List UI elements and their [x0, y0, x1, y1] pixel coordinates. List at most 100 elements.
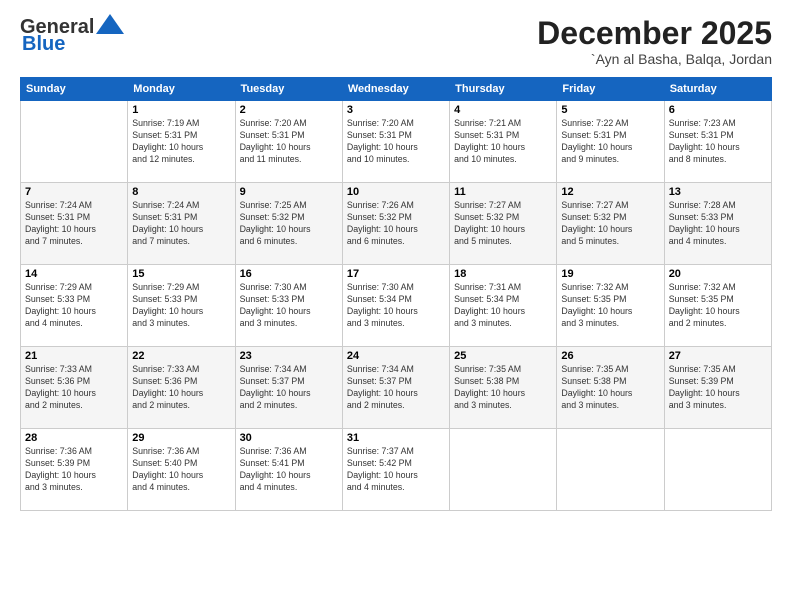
- page: General Blue December 2025 `Ayn al Basha…: [0, 0, 792, 612]
- calendar-cell: 31Sunrise: 7:37 AM Sunset: 5:42 PM Dayli…: [342, 429, 449, 511]
- calendar-cell: 9 Sunrise: 7:25 AM Sunset: 5:32 PM Daylig…: [235, 183, 342, 265]
- day-info: Sunrise: 7:19 AM Sunset: 5:31 PM Dayligh…: [132, 118, 230, 166]
- calendar-cell: 2 Sunrise: 7:20 AM Sunset: 5:31 PM Daylig…: [235, 101, 342, 183]
- day-number: 20: [669, 268, 767, 280]
- col-thursday: Thursday: [450, 78, 557, 101]
- day-number: 22: [132, 350, 230, 362]
- calendar-cell: 3Sunrise: 7:20 AM Sunset: 5:31 PM Daylig…: [342, 101, 449, 183]
- day-info: Sunrise: 7:33 AM Sunset: 5:36 PM Dayligh…: [132, 364, 230, 412]
- day-info: Sunrise: 7:23 AM Sunset: 5:31 PM Dayligh…: [669, 118, 767, 166]
- day-number: 26: [561, 350, 659, 362]
- day-info: Sunrise: 7:20 AM Sunset: 5:31 PM Dayligh…: [347, 118, 445, 166]
- day-number: 15: [132, 268, 230, 280]
- calendar-week-2: 14 Sunrise: 7:29 AM Sunset: 5:33 PM Dayli…: [21, 265, 772, 347]
- calendar-cell: 30Sunrise: 7:36 AM Sunset: 5:41 PM Dayli…: [235, 429, 342, 511]
- day-number: 11: [454, 186, 552, 198]
- day-info: Sunrise: 7:34 AM Sunset: 5:37 PM Dayligh…: [347, 364, 445, 412]
- calendar-cell: 16 Sunrise: 7:30 AM Sunset: 5:33 PM Dayli…: [235, 265, 342, 347]
- calendar-cell: 18Sunrise: 7:31 AM Sunset: 5:34 PM Dayli…: [450, 265, 557, 347]
- day-number: 17: [347, 268, 445, 280]
- location: `Ayn al Basha, Balqa, Jordan: [537, 51, 772, 67]
- calendar-cell: 21 Sunrise: 7:33 AM Sunset: 5:36 PM Dayli…: [21, 347, 128, 429]
- day-info: Sunrise: 7:33 AM Sunset: 5:36 PM Dayligh…: [25, 364, 123, 412]
- calendar-cell: 4 Sunrise: 7:21 AM Sunset: 5:31 PM Daylig…: [450, 101, 557, 183]
- logo-blue: Blue: [22, 33, 65, 56]
- calendar-cell: 28Sunrise: 7:36 AM Sunset: 5:39 PM Dayli…: [21, 429, 128, 511]
- calendar-cell: 8 Sunrise: 7:24 AM Sunset: 5:31 PM Daylig…: [128, 183, 235, 265]
- day-info: Sunrise: 7:29 AM Sunset: 5:33 PM Dayligh…: [25, 282, 123, 330]
- day-info: Sunrise: 7:21 AM Sunset: 5:31 PM Dayligh…: [454, 118, 552, 166]
- day-info: Sunrise: 7:20 AM Sunset: 5:31 PM Dayligh…: [240, 118, 338, 166]
- calendar-table: Sunday Monday Tuesday Wednesday Thursday…: [20, 77, 772, 511]
- calendar-cell: 23 Sunrise: 7:34 AM Sunset: 5:37 PM Dayli…: [235, 347, 342, 429]
- calendar-cell: 11Sunrise: 7:27 AM Sunset: 5:32 PM Dayli…: [450, 183, 557, 265]
- col-friday: Friday: [557, 78, 664, 101]
- day-number: 5: [561, 104, 659, 116]
- calendar-week-4: 28Sunrise: 7:36 AM Sunset: 5:39 PM Dayli…: [21, 429, 772, 511]
- day-number: 13: [669, 186, 767, 198]
- day-number: 4: [454, 104, 552, 116]
- day-number: 6: [669, 104, 767, 116]
- day-number: 25: [454, 350, 552, 362]
- calendar-cell: [21, 101, 128, 183]
- day-info: Sunrise: 7:25 AM Sunset: 5:32 PM Dayligh…: [240, 200, 338, 248]
- calendar-cell: 12 Sunrise: 7:27 AM Sunset: 5:32 PM Dayli…: [557, 183, 664, 265]
- day-number: 9: [240, 186, 338, 198]
- day-info: Sunrise: 7:28 AM Sunset: 5:33 PM Dayligh…: [669, 200, 767, 248]
- day-number: 12: [561, 186, 659, 198]
- day-info: Sunrise: 7:37 AM Sunset: 5:42 PM Dayligh…: [347, 446, 445, 494]
- day-info: Sunrise: 7:24 AM Sunset: 5:31 PM Dayligh…: [132, 200, 230, 248]
- calendar-cell: 29 Sunrise: 7:36 AM Sunset: 5:40 PM Dayli…: [128, 429, 235, 511]
- day-info: Sunrise: 7:36 AM Sunset: 5:41 PM Dayligh…: [240, 446, 338, 494]
- month-title: December 2025: [537, 16, 772, 51]
- calendar-week-3: 21 Sunrise: 7:33 AM Sunset: 5:36 PM Dayli…: [21, 347, 772, 429]
- day-number: 19: [561, 268, 659, 280]
- calendar-header-row: Sunday Monday Tuesday Wednesday Thursday…: [21, 78, 772, 101]
- day-info: Sunrise: 7:36 AM Sunset: 5:40 PM Dayligh…: [132, 446, 230, 494]
- title-block: December 2025 `Ayn al Basha, Balqa, Jord…: [537, 16, 772, 67]
- calendar-cell: 19 Sunrise: 7:32 AM Sunset: 5:35 PM Dayli…: [557, 265, 664, 347]
- day-number: 29: [132, 432, 230, 444]
- calendar-cell: 6 Sunrise: 7:23 AM Sunset: 5:31 PM Daylig…: [664, 101, 771, 183]
- col-wednesday: Wednesday: [342, 78, 449, 101]
- day-info: Sunrise: 7:34 AM Sunset: 5:37 PM Dayligh…: [240, 364, 338, 412]
- col-tuesday: Tuesday: [235, 78, 342, 101]
- calendar-cell: 17 Sunrise: 7:30 AM Sunset: 5:34 PM Dayli…: [342, 265, 449, 347]
- day-info: Sunrise: 7:22 AM Sunset: 5:31 PM Dayligh…: [561, 118, 659, 166]
- calendar-cell: 13 Sunrise: 7:28 AM Sunset: 5:33 PM Dayli…: [664, 183, 771, 265]
- calendar-week-0: 1 Sunrise: 7:19 AM Sunset: 5:31 PM Daylig…: [21, 101, 772, 183]
- day-number: 2: [240, 104, 338, 116]
- logo-icon: [96, 14, 124, 34]
- calendar-cell: 22 Sunrise: 7:33 AM Sunset: 5:36 PM Dayli…: [128, 347, 235, 429]
- day-info: Sunrise: 7:32 AM Sunset: 5:35 PM Dayligh…: [561, 282, 659, 330]
- day-number: 16: [240, 268, 338, 280]
- day-info: Sunrise: 7:35 AM Sunset: 5:39 PM Dayligh…: [669, 364, 767, 412]
- day-info: Sunrise: 7:32 AM Sunset: 5:35 PM Dayligh…: [669, 282, 767, 330]
- calendar-cell: 7 Sunrise: 7:24 AM Sunset: 5:31 PM Daylig…: [21, 183, 128, 265]
- col-saturday: Saturday: [664, 78, 771, 101]
- day-info: Sunrise: 7:30 AM Sunset: 5:34 PM Dayligh…: [347, 282, 445, 330]
- day-info: Sunrise: 7:35 AM Sunset: 5:38 PM Dayligh…: [561, 364, 659, 412]
- calendar-cell: 26 Sunrise: 7:35 AM Sunset: 5:38 PM Dayli…: [557, 347, 664, 429]
- day-number: 7: [25, 186, 123, 198]
- day-info: Sunrise: 7:24 AM Sunset: 5:31 PM Dayligh…: [25, 200, 123, 248]
- col-monday: Monday: [128, 78, 235, 101]
- day-number: 14: [25, 268, 123, 280]
- day-number: 24: [347, 350, 445, 362]
- calendar-cell: [450, 429, 557, 511]
- day-number: 21: [25, 350, 123, 362]
- day-info: Sunrise: 7:26 AM Sunset: 5:32 PM Dayligh…: [347, 200, 445, 248]
- day-number: 8: [132, 186, 230, 198]
- header: General Blue December 2025 `Ayn al Basha…: [20, 16, 772, 67]
- calendar-cell: 14 Sunrise: 7:29 AM Sunset: 5:33 PM Dayli…: [21, 265, 128, 347]
- col-sunday: Sunday: [21, 78, 128, 101]
- calendar-cell: 27 Sunrise: 7:35 AM Sunset: 5:39 PM Dayli…: [664, 347, 771, 429]
- calendar-cell: 15Sunrise: 7:29 AM Sunset: 5:33 PM Dayli…: [128, 265, 235, 347]
- day-number: 28: [25, 432, 123, 444]
- day-number: 27: [669, 350, 767, 362]
- day-info: Sunrise: 7:27 AM Sunset: 5:32 PM Dayligh…: [561, 200, 659, 248]
- day-number: 23: [240, 350, 338, 362]
- day-info: Sunrise: 7:30 AM Sunset: 5:33 PM Dayligh…: [240, 282, 338, 330]
- calendar-cell: 1 Sunrise: 7:19 AM Sunset: 5:31 PM Daylig…: [128, 101, 235, 183]
- day-number: 1: [132, 104, 230, 116]
